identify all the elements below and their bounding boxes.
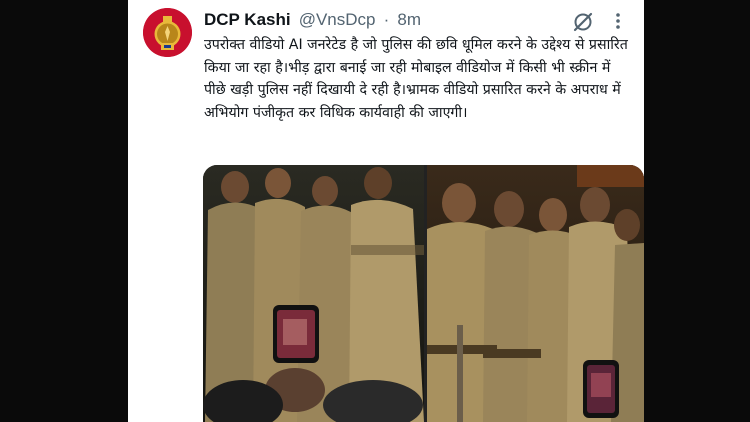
tweet-media[interactable] xyxy=(203,165,644,422)
separator-dot: · xyxy=(383,10,390,29)
tweet-header: DCP Kashi @VnsDcp · 8m xyxy=(204,10,421,32)
more-options-icon[interactable] xyxy=(608,10,628,32)
timestamp[interactable]: 8m xyxy=(397,10,421,29)
avatar[interactable] xyxy=(143,8,192,57)
police-emblem-icon xyxy=(143,8,192,57)
tweet-text: उपरोक्त वीडियो AI जनरेटेड है जो पुलिस की… xyxy=(204,37,628,121)
media-photo-right[interactable] xyxy=(427,165,644,422)
tweet-card[interactable]: DCP Kashi @VnsDcp · 8m उपरोक्त वीडियो AI… xyxy=(128,0,644,422)
author-name[interactable]: DCP Kashi xyxy=(204,10,291,29)
media-photo-left[interactable] xyxy=(203,165,424,422)
author-handle[interactable]: @VnsDcp xyxy=(299,10,376,29)
grok-icon[interactable] xyxy=(572,11,594,33)
